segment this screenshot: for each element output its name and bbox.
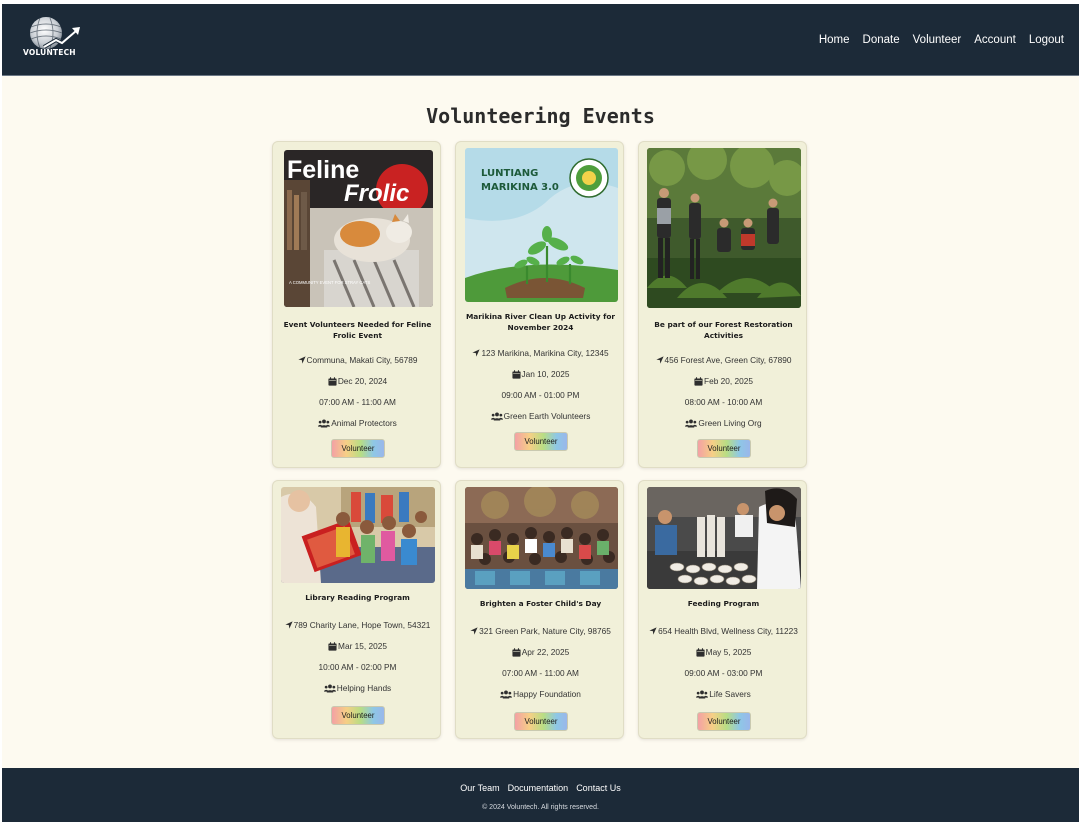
luntiang-image-title-1: LUNTIANG	[481, 168, 538, 179]
volunteer-button[interactable]: Volunteer	[514, 712, 568, 731]
event-title: Feeding Program	[687, 599, 760, 608]
logo-wordmark: VOLUNTECH	[23, 48, 76, 57]
event-time: 08:00 AM - 10:00 AM	[684, 397, 763, 407]
footer: Our Team Documentation Contact Us © 2024…	[2, 768, 1079, 822]
volunteer-button[interactable]: Volunteer	[697, 712, 751, 731]
calendar-icon	[328, 642, 337, 651]
event-title: Event Volunteers Needed for Feline Froli…	[283, 320, 432, 340]
calendar-icon	[512, 370, 521, 379]
volunteer-button[interactable]: Volunteer	[331, 439, 385, 458]
calendar-icon	[694, 377, 703, 386]
location-arrow-icon	[649, 627, 657, 635]
event-organizer: Animal Protectors	[273, 418, 442, 428]
footer-links: Our Team Documentation Contact Us	[2, 783, 1079, 793]
event-location: Communa, Makati City, 56789	[273, 355, 442, 365]
footer-link-documentation[interactable]: Documentation	[508, 783, 569, 793]
location-arrow-icon	[298, 356, 306, 364]
location-arrow-icon	[285, 621, 293, 629]
users-icon	[685, 419, 697, 428]
feline-image-caption: A COMMUNITY EVENT FOR STRAY CATS	[289, 280, 370, 285]
event-card: Be part of our Forest Restoration Activi…	[638, 141, 807, 468]
feline-image-title-2: Frolic	[344, 180, 409, 207]
event-time: 09:00 AM - 01:00 PM	[501, 390, 580, 400]
event-organizer: Green Living Org	[639, 418, 808, 428]
event-date: Jan 10, 2025	[456, 369, 625, 379]
event-date: Mar 15, 2025	[273, 641, 442, 651]
calendar-icon	[696, 648, 705, 657]
event-time: 09:00 AM - 03:00 PM	[684, 668, 763, 678]
users-icon	[491, 412, 503, 421]
main-nav: Home Donate Volunteer Account Logout	[819, 34, 1064, 46]
event-location: 321 Green Park, Nature City, 98765	[456, 626, 625, 636]
event-date: Dec 20, 2024	[273, 376, 442, 386]
users-icon	[318, 419, 330, 428]
users-icon	[696, 690, 708, 699]
event-card: Feeding Program 654 Health Blvd, Wellnes…	[638, 480, 807, 739]
location-arrow-icon	[470, 627, 478, 635]
event-date: May 5, 2025	[639, 647, 808, 657]
page-frame: VOLUNTECH Home Donate Volunteer Account …	[2, 4, 1079, 822]
event-card: Brighten a Foster Child's Day 321 Green …	[455, 480, 624, 739]
event-location: 123 Marikina, Marikina City, 12345	[456, 348, 625, 358]
nav-account[interactable]: Account	[974, 34, 1016, 46]
event-location: 456 Forest Ave, Green City, 67890	[639, 355, 808, 365]
event-card: Library Reading Program 789 Charity Lane…	[272, 480, 441, 739]
footer-link-our-team[interactable]: Our Team	[460, 783, 499, 793]
event-location: 654 Health Blvd, Wellness City, 11223	[639, 626, 808, 636]
nav-logout[interactable]: Logout	[1029, 34, 1064, 46]
event-title: Library Reading Program	[305, 593, 410, 602]
event-title: Brighten a Foster Child's Day	[479, 599, 602, 608]
event-time: 07:00 AM - 11:00 AM	[319, 397, 396, 407]
event-organizer: Green Earth Volunteers	[456, 411, 625, 421]
users-icon	[324, 684, 336, 693]
luntiang-image-title-2: MARIKINA 3.0	[481, 182, 559, 193]
footer-link-contact-us[interactable]: Contact Us	[576, 783, 621, 793]
copyright-text: © 2024 Voluntech. All rights reserved.	[482, 804, 599, 811]
event-image-library-reading	[281, 487, 435, 583]
event-date: Apr 22, 2025	[456, 647, 625, 657]
event-date: Feb 20, 2025	[639, 376, 808, 386]
volunteer-button[interactable]: Volunteer	[514, 432, 568, 451]
event-image-foster-child	[465, 487, 618, 589]
event-card: Feline Frolic A COMMUNITY EVENT FOR STRA…	[272, 141, 441, 468]
event-title: Marikina River Clean Up Activity for Nov…	[465, 312, 616, 332]
event-organizer: Happy Foundation	[456, 689, 625, 699]
page-title: Volunteering Events	[426, 104, 655, 128]
event-title: Be part of our Forest Restoration Activi…	[654, 320, 793, 340]
nav-volunteer[interactable]: Volunteer	[913, 34, 962, 46]
event-card: LUNTIANG MARIKINA 3.0 Marikina River Cle…	[455, 141, 624, 468]
event-location: 789 Charity Lane, Hope Town, 54321	[273, 620, 442, 630]
users-icon	[500, 690, 512, 699]
event-time: 10:00 AM - 02:00 PM	[318, 662, 397, 672]
nav-donate[interactable]: Donate	[863, 34, 900, 46]
nav-home[interactable]: Home	[819, 34, 850, 46]
volunteer-button[interactable]: Volunteer	[331, 706, 385, 725]
location-arrow-icon	[656, 356, 664, 364]
volunteer-button[interactable]: Volunteer	[697, 439, 751, 458]
event-image-feeding-program	[647, 487, 801, 589]
event-image-luntiang-marikina: LUNTIANG MARIKINA 3.0	[465, 148, 618, 302]
event-organizer: Life Savers	[639, 689, 808, 699]
top-navbar: VOLUNTECH Home Donate Volunteer Account …	[2, 4, 1079, 76]
event-image-feline-frolic: Feline Frolic A COMMUNITY EVENT FOR STRA…	[284, 150, 433, 307]
location-arrow-icon	[472, 349, 480, 357]
event-image-forest-restoration	[647, 148, 801, 308]
event-organizer: Helping Hands	[273, 683, 442, 693]
calendar-icon	[328, 377, 337, 386]
calendar-icon	[512, 648, 521, 657]
event-time: 07:00 AM - 11:00 AM	[502, 668, 579, 678]
